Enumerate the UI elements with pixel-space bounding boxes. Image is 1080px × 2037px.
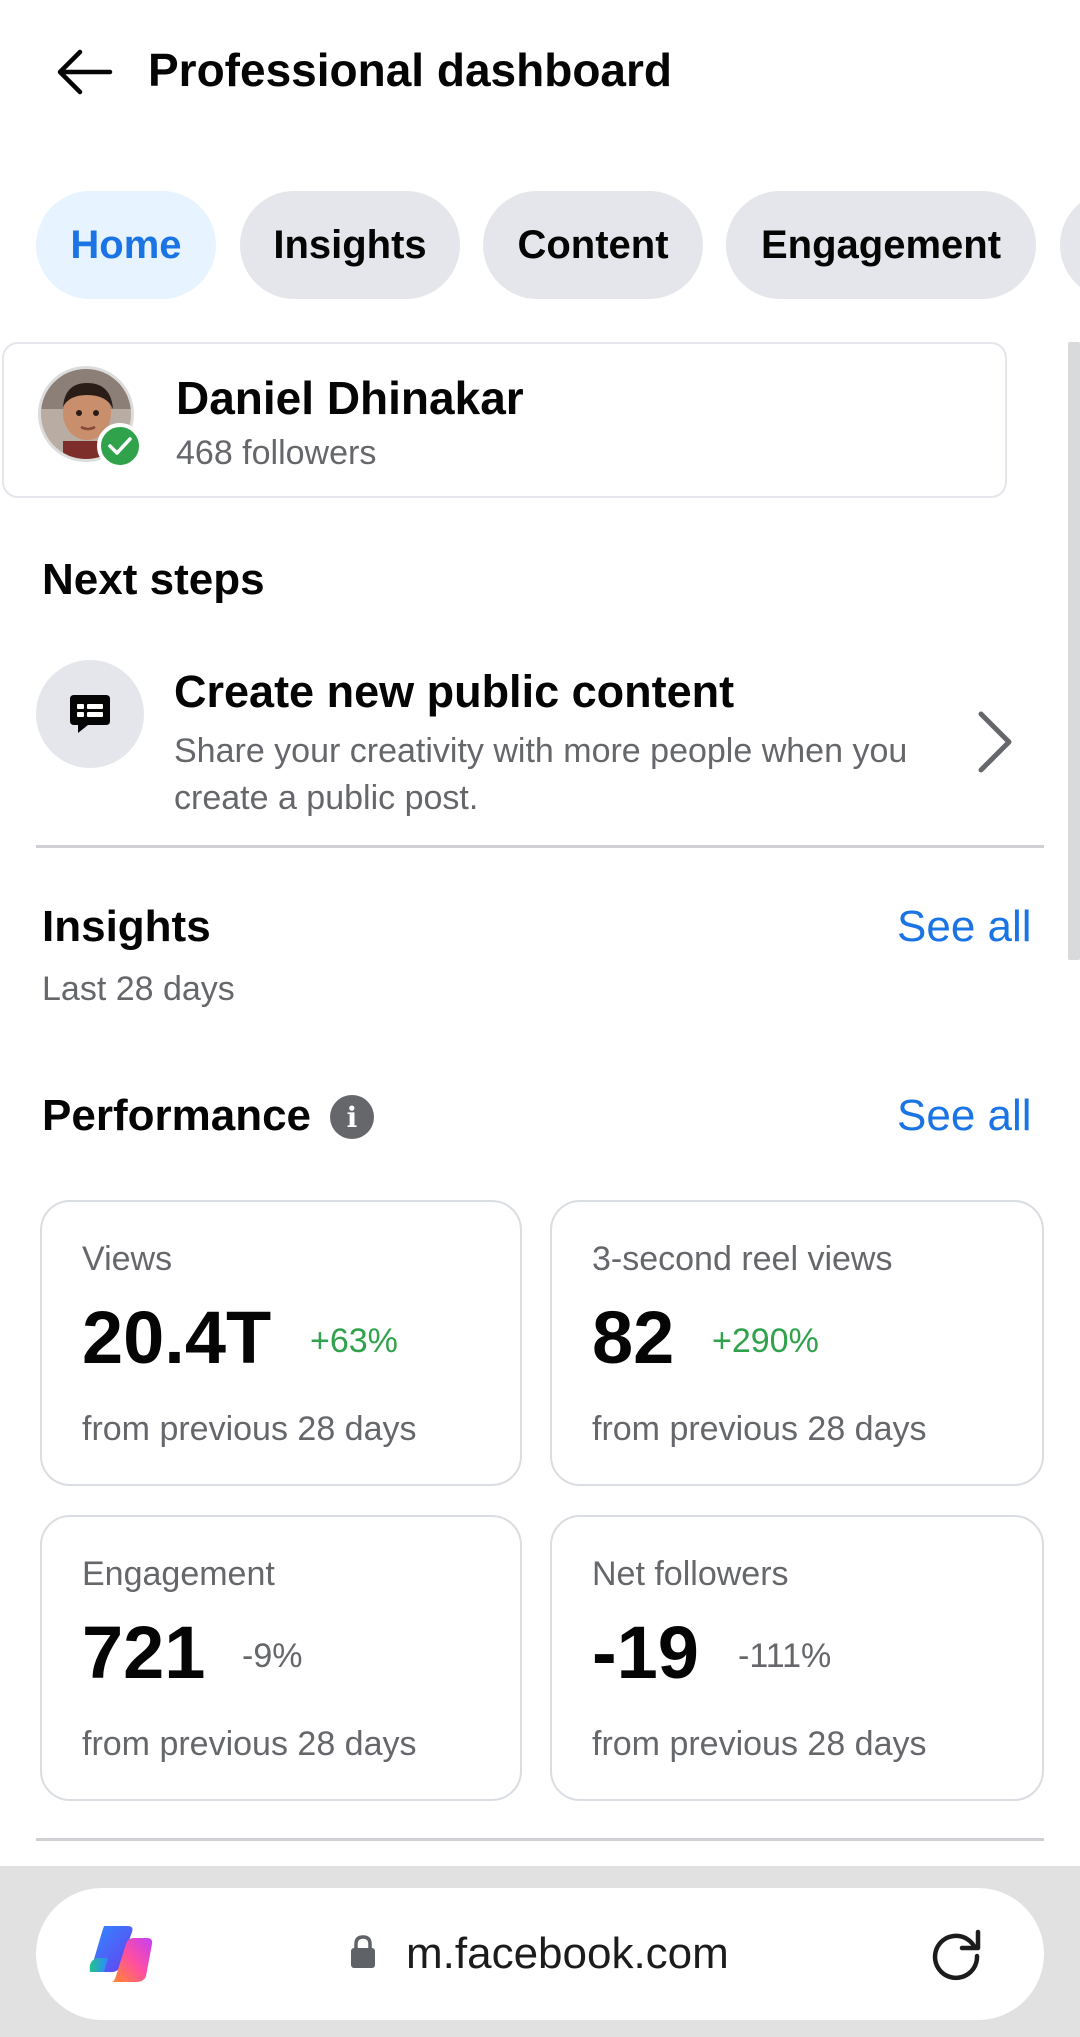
metric-change: +290%: [712, 1322, 819, 1360]
insights-see-all-link[interactable]: See all: [897, 899, 1032, 955]
next-steps-heading: Next steps: [42, 555, 265, 604]
metric-label: Views: [82, 1240, 173, 1278]
performance-see-all-link[interactable]: See all: [897, 1088, 1032, 1144]
metric-value: 20.4T: [82, 1296, 272, 1379]
metric-label: Net followers: [592, 1555, 789, 1593]
step-title: Create new public content: [174, 666, 735, 717]
step-icon-wrapper: [36, 660, 144, 768]
chevron-right-icon: [978, 711, 1012, 773]
app-header: Professional dashboard: [0, 0, 1080, 140]
metric-value: -19: [592, 1611, 699, 1694]
metric-value: 721: [82, 1611, 206, 1694]
lock-icon: [351, 1935, 375, 1968]
tab-insights[interactable]: Insights: [240, 191, 460, 299]
back-button[interactable]: [48, 36, 120, 108]
check-badge-icon: [97, 423, 143, 469]
info-icon[interactable]: i: [330, 1095, 374, 1139]
tab-more[interactable]: [1060, 191, 1080, 299]
address-bar[interactable]: m.facebook.com: [36, 1888, 1044, 2020]
browser-bottom-bar: m.facebook.com: [0, 1866, 1080, 2037]
metric-change: -111%: [738, 1637, 832, 1675]
metric-card-engagement[interactable]: Engagement 721 -9% from previous 28 days: [40, 1515, 522, 1801]
insights-heading: Insights: [42, 902, 211, 951]
tab-home[interactable]: Home: [36, 191, 216, 299]
metric-change: +63%: [310, 1322, 398, 1360]
metric-card-views[interactable]: Views 20.4T +63% from previous 28 days: [40, 1200, 522, 1486]
reload-icon[interactable]: [926, 1924, 986, 1984]
page-title: Professional dashboard: [148, 44, 673, 96]
metric-footnote: from previous 28 days: [82, 1725, 417, 1763]
copilot-icon[interactable]: [86, 1920, 154, 1988]
metric-footnote: from previous 28 days: [592, 1410, 927, 1448]
metric-card-reel-views[interactable]: 3-second reel views 82 +290% from previo…: [550, 1200, 1044, 1486]
metric-label: Engagement: [82, 1555, 275, 1593]
follower-count: 468 followers: [176, 434, 377, 472]
create-content-step[interactable]: Create new public content Share your cre…: [36, 650, 1044, 846]
metric-label: 3-second reel views: [592, 1240, 893, 1278]
metric-change: -9%: [242, 1637, 303, 1675]
post-bubble-icon: [70, 695, 110, 733]
insights-period: Last 28 days: [42, 970, 235, 1008]
section-divider: [36, 845, 1044, 848]
tab-engagement[interactable]: Engagement: [726, 191, 1036, 299]
metric-footnote: from previous 28 days: [592, 1725, 927, 1763]
arrow-left-icon: [57, 49, 113, 95]
url-text[interactable]: m.facebook.com: [406, 1926, 729, 1982]
metric-value: 82: [592, 1296, 675, 1379]
metric-card-net-followers[interactable]: Net followers -19 -111% from previous 28…: [550, 1515, 1044, 1801]
profile-name: Daniel Dhinakar: [176, 372, 524, 424]
step-description: Share your creativity with more people w…: [174, 732, 908, 817]
section-divider: [36, 1838, 1044, 1841]
profile-card[interactable]: Daniel Dhinakar 468 followers: [2, 342, 1007, 498]
scrollbar[interactable]: [1068, 342, 1080, 960]
tab-bar: Home Insights Content Engagement: [36, 191, 1080, 299]
metric-footnote: from previous 28 days: [82, 1410, 417, 1448]
performance-heading: Performance: [42, 1091, 312, 1140]
tab-content[interactable]: Content: [483, 191, 703, 299]
